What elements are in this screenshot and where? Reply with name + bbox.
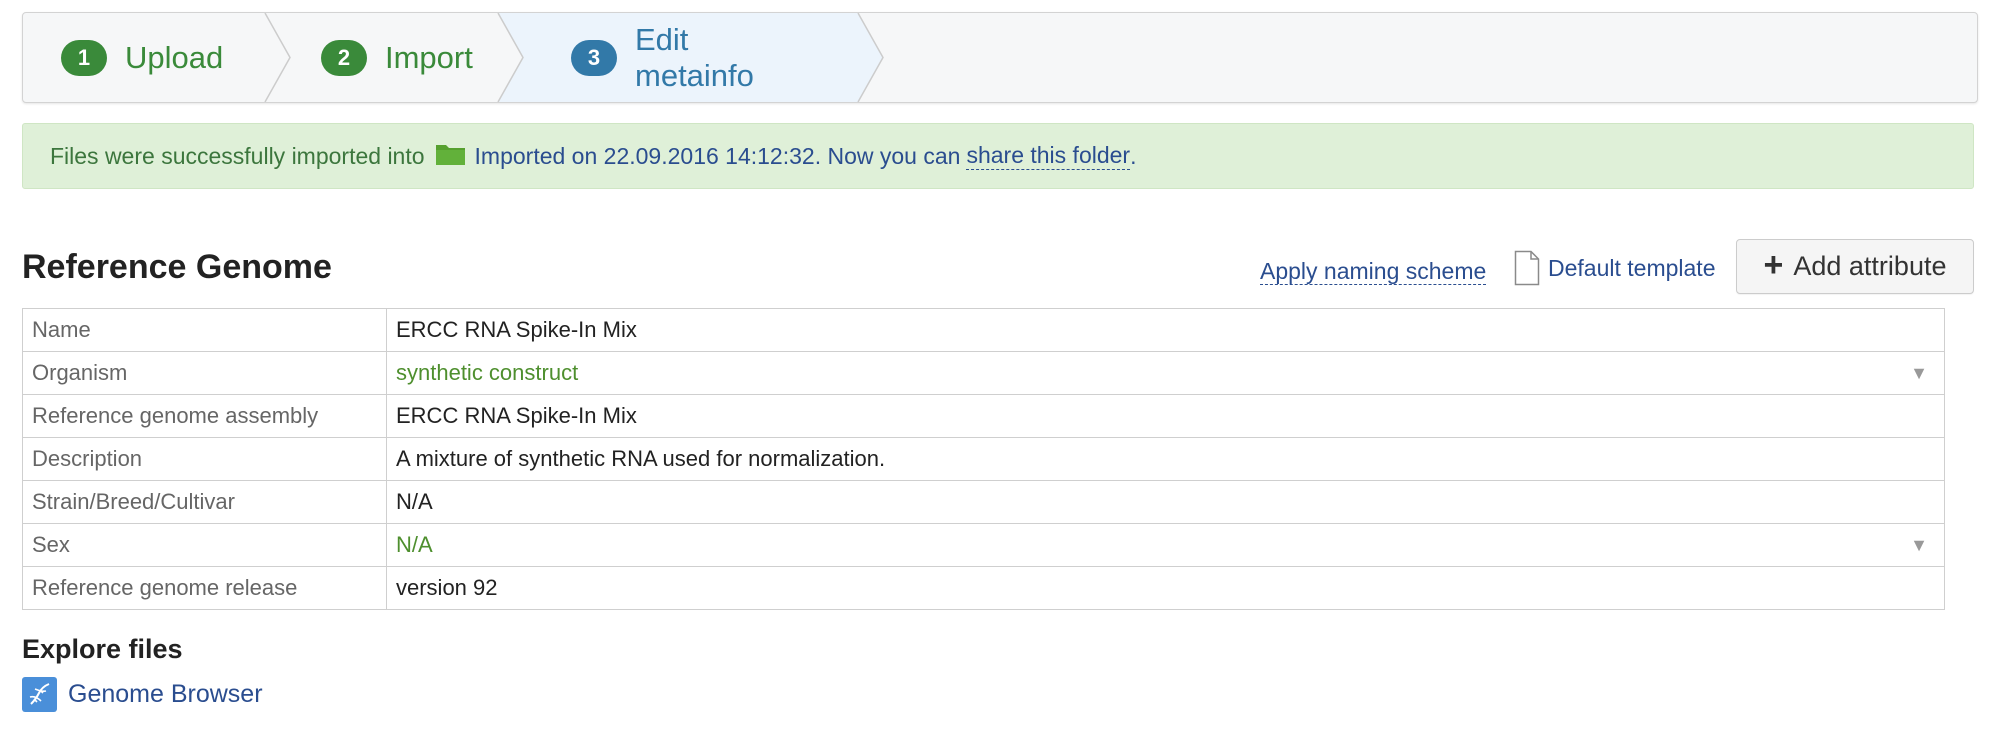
caret-down-icon: ▼ — [1910, 363, 1928, 383]
attribute-value: ERCC RNA Spike-In Mix — [396, 317, 637, 342]
add-attribute-button[interactable]: + Add attribute — [1736, 239, 1974, 294]
organism-select[interactable]: synthetic construct ▼ — [386, 351, 1945, 395]
table-row: Sex N/A ▼ — [22, 523, 1945, 567]
import-wizard: 1 Upload 2 Import 3 Edit metainfo — [22, 12, 1978, 103]
attribute-value: ERCC RNA Spike-In Mix — [396, 403, 637, 428]
attribute-value-field[interactable]: ERCC RNA Spike-In Mix — [386, 308, 1945, 352]
step-number-badge: 1 — [61, 39, 107, 76]
attribute-value-field[interactable]: ERCC RNA Spike-In Mix — [386, 394, 1945, 438]
attribute-key: Organism — [22, 351, 387, 395]
attributes-table: Name ERCC RNA Spike-In Mix Organism synt… — [22, 308, 1945, 610]
plus-icon: + — [1763, 246, 1784, 284]
table-row: Strain/Breed/Cultivar N/A — [22, 480, 1945, 524]
attribute-key: Reference genome release — [22, 566, 387, 610]
table-row: Description A mixture of synthetic RNA u… — [22, 437, 1945, 481]
success-alert: Files were successfully imported into Im… — [22, 123, 1974, 189]
attribute-value: N/A — [396, 532, 433, 557]
step-label: Edit metainfo — [635, 21, 754, 93]
alert-text-middle: . Now you can — [814, 142, 961, 169]
genome-browser-link[interactable]: Genome Browser — [22, 677, 263, 712]
section-title: Reference Genome — [22, 248, 332, 286]
attribute-value: N/A — [396, 489, 433, 514]
genome-browser-label: Genome Browser — [68, 680, 263, 708]
attribute-key: Strain/Breed/Cultivar — [22, 480, 387, 524]
step-label: Upload — [125, 39, 224, 75]
attribute-value-field[interactable]: N/A — [386, 480, 1945, 524]
dna-icon — [22, 677, 57, 712]
attribute-value: synthetic construct — [396, 360, 579, 385]
attribute-key: Description — [22, 437, 387, 481]
step-number-badge: 2 — [321, 39, 367, 76]
folder-link[interactable]: Imported on 22.09.2016 14:12:32 — [475, 143, 815, 170]
folder-icon — [435, 145, 465, 165]
alert-text: Files were successfully imported into — [50, 142, 425, 169]
share-folder-link[interactable]: share this folder — [966, 142, 1131, 170]
table-row: Reference genome assembly ERCC RNA Spike… — [22, 394, 1945, 438]
table-row: Reference genome release version 92 — [22, 566, 1945, 610]
default-template-link[interactable]: Default template — [1514, 250, 1715, 286]
attribute-key: Sex — [22, 523, 387, 567]
table-row: Name ERCC RNA Spike-In Mix — [22, 308, 1945, 352]
sex-select[interactable]: N/A ▼ — [386, 523, 1945, 567]
apply-naming-scheme-link[interactable]: Apply naming scheme — [1260, 258, 1487, 285]
attribute-value-field[interactable]: A mixture of synthetic RNA used for norm… — [386, 437, 1945, 481]
caret-down-icon: ▼ — [1910, 535, 1928, 555]
attribute-value: version 92 — [396, 575, 498, 600]
attribute-value: A mixture of synthetic RNA used for norm… — [396, 446, 886, 471]
alert-text-suffix: . — [1130, 142, 1137, 169]
default-template-label: Default template — [1548, 254, 1716, 281]
attribute-key: Name — [22, 308, 387, 352]
document-icon — [1514, 250, 1540, 286]
wizard-chevrons — [264, 13, 884, 102]
step-label: Import — [385, 39, 473, 75]
attribute-key: Reference genome assembly — [22, 394, 387, 438]
attribute-value-field[interactable]: version 92 — [386, 566, 1945, 610]
step-number-badge: 3 — [571, 39, 617, 76]
explore-files-heading: Explore files — [22, 634, 183, 664]
table-row: Organism synthetic construct ▼ — [22, 351, 1945, 395]
add-attribute-label: Add attribute — [1793, 251, 1947, 281]
